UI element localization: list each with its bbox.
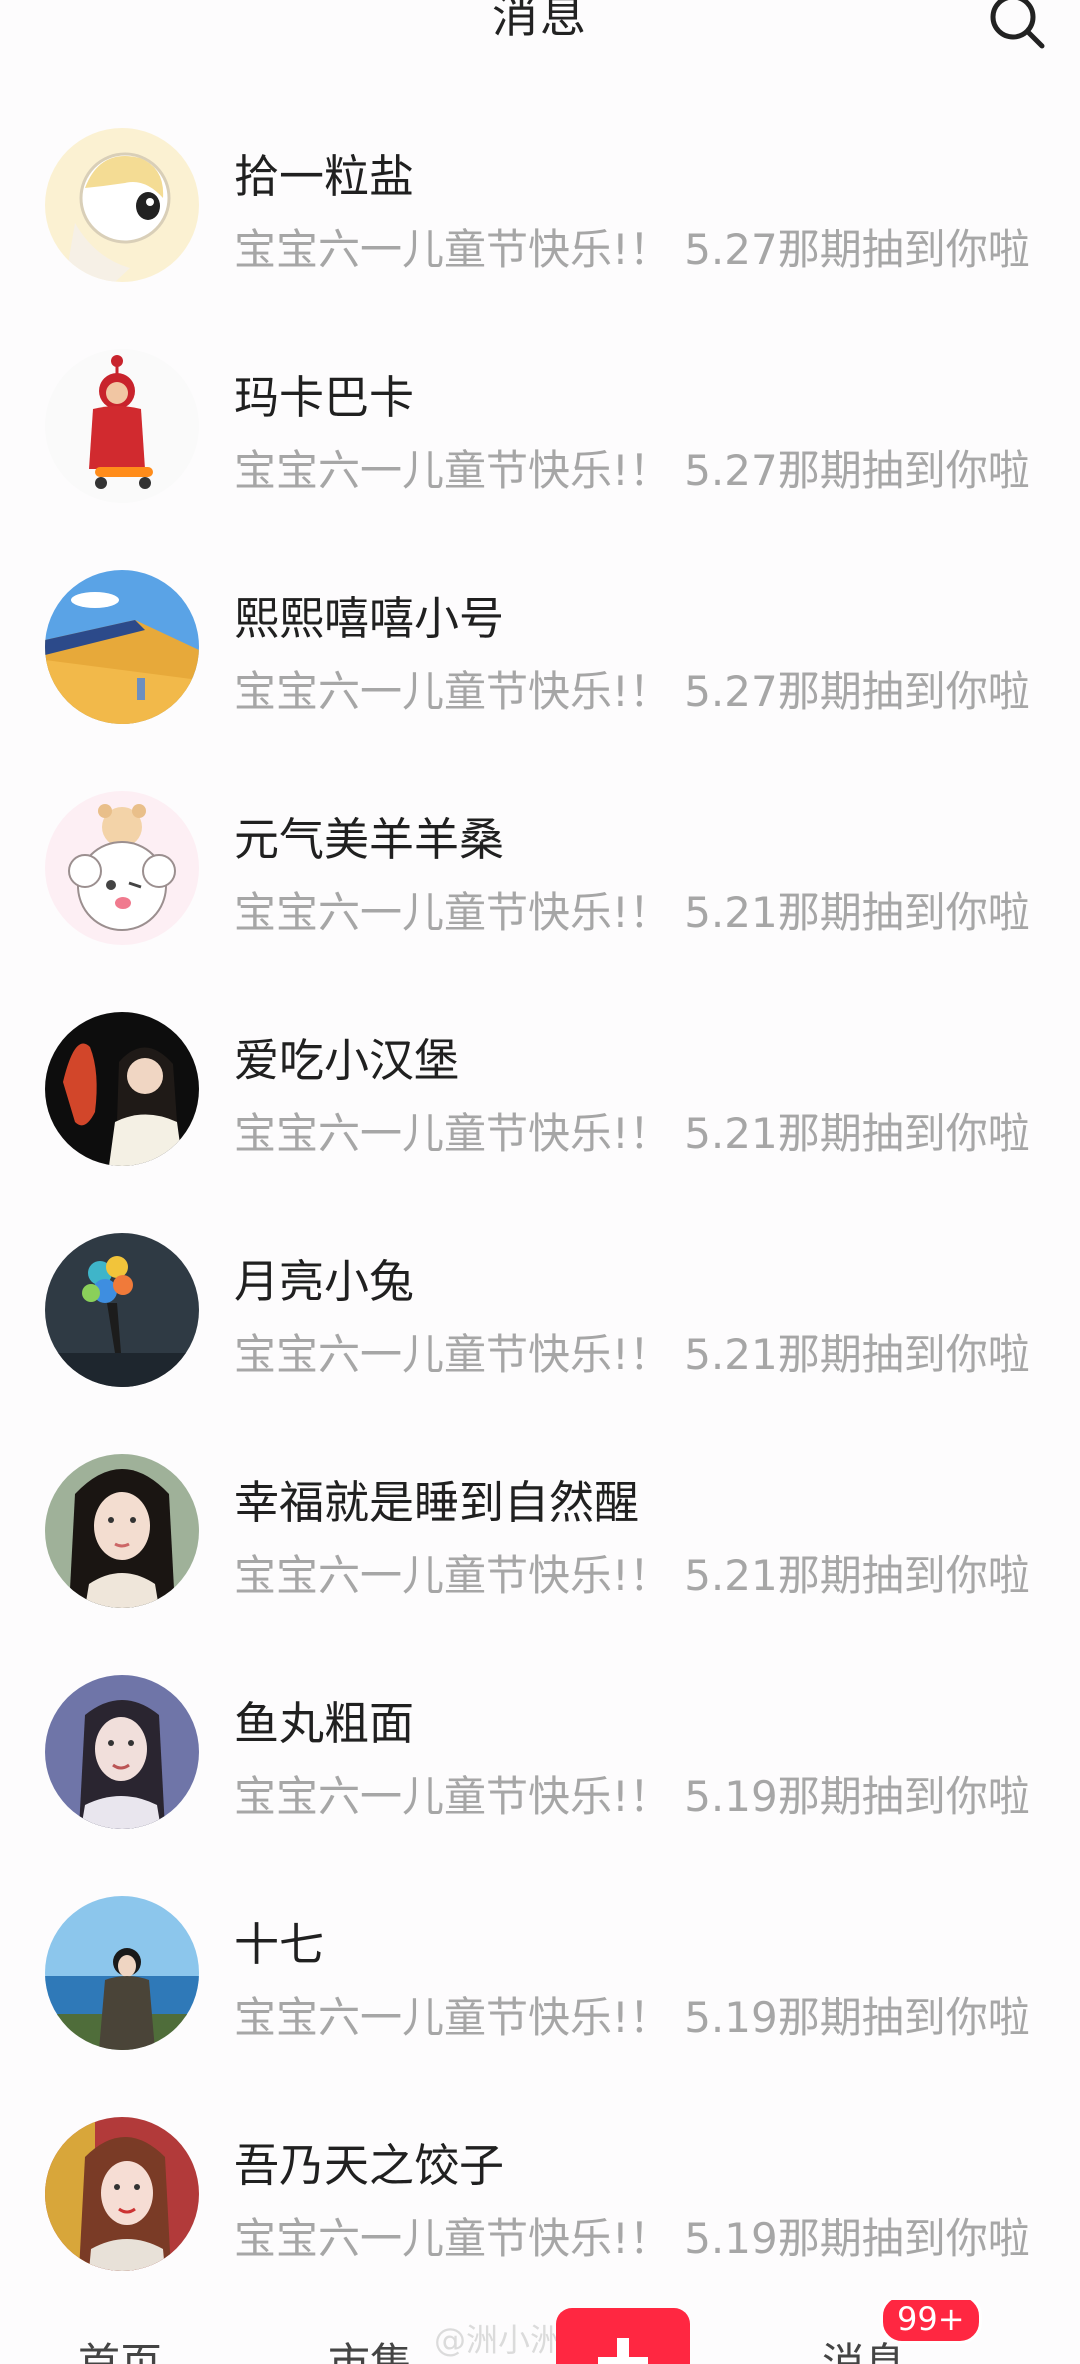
page-title: 消息: [492, 0, 588, 43]
message-preview: 宝宝六一儿童节快乐!！ 5.21那期抽到你啦: [234, 888, 1030, 937]
avatar[interactable]: [45, 128, 199, 282]
conversation-item[interactable]: 鱼丸粗面 宝宝六一儿童节快乐!！ 5.19那期抽到你啦: [0, 1671, 1080, 1892]
message-preview: 宝宝六一儿童节快乐!！ 5.27那期抽到你啦: [234, 446, 1030, 495]
conversation-list: 拾一粒盐 宝宝六一儿童节快乐!！ 5.27那期抽到你啦 玛卡巴卡 宝宝六一儿童节…: [0, 124, 1080, 2334]
message-preview: 宝宝六一儿童节快乐!！ 5.19那期抽到你啦: [234, 1993, 1030, 2042]
contact-name: 鱼丸粗面: [234, 1697, 415, 1750]
avatar[interactable]: [45, 349, 199, 503]
message-preview: 宝宝六一儿童节快乐!！ 5.19那期抽到你啦: [234, 1772, 1030, 1821]
contact-name: 吾乃天之饺子: [234, 2139, 505, 2192]
conversation-item[interactable]: 月亮小兔 宝宝六一儿童节快乐!！ 5.21那期抽到你啦: [0, 1229, 1080, 1450]
conversation-item[interactable]: 爱吃小汉堡 宝宝六一儿童节快乐!！ 5.21那期抽到你啦: [0, 1008, 1080, 1229]
unread-badge: 99+: [880, 2300, 982, 2344]
conversation-item[interactable]: 拾一粒盐 宝宝六一儿童节快乐!！ 5.27那期抽到你啦: [0, 124, 1080, 345]
message-preview: 宝宝六一儿童节快乐!！ 5.21那期抽到你啦: [234, 1109, 1030, 1158]
conversation-item[interactable]: 熙熙嘻嘻小号 宝宝六一儿童节快乐!！ 5.27那期抽到你啦: [0, 566, 1080, 787]
message-preview: 宝宝六一儿童节快乐!！ 5.21那期抽到你啦: [234, 1330, 1030, 1379]
tab-market[interactable]: 市集: [328, 2330, 412, 2364]
message-preview: 宝宝六一儿童节快乐!！ 5.27那期抽到你啦: [234, 225, 1030, 274]
message-preview: 宝宝六一儿童节快乐!！ 5.27那期抽到你啦: [234, 667, 1030, 716]
plus-icon-bar: [598, 2357, 648, 2364]
search-icon: [990, 0, 1045, 49]
message-preview: 宝宝六一儿童节快乐!！ 5.21那期抽到你啦: [234, 1551, 1030, 1600]
avatar[interactable]: [45, 1896, 199, 2050]
create-post-button[interactable]: [556, 2308, 690, 2364]
message-preview: 宝宝六一儿童节快乐!！ 5.19那期抽到你啦: [234, 2214, 1030, 2263]
conversation-item[interactable]: 元气美羊羊桑 宝宝六一儿童节快乐!！ 5.21那期抽到你啦: [0, 787, 1080, 1008]
contact-name: 元气美羊羊桑: [234, 813, 505, 866]
search-button[interactable]: [986, 0, 1050, 54]
contact-name: 爱吃小汉堡: [234, 1034, 460, 1087]
contact-name: 拾一粒盐: [234, 150, 415, 203]
avatar[interactable]: [45, 791, 199, 945]
top-bar: 消息: [0, 0, 1080, 60]
conversation-item[interactable]: 玛卡巴卡 宝宝六一儿童节快乐!！ 5.27那期抽到你啦: [0, 345, 1080, 566]
avatar[interactable]: [45, 1012, 199, 1166]
conversation-item[interactable]: 幸福就是睡到自然醒 宝宝六一儿童节快乐!！ 5.21那期抽到你啦: [0, 1450, 1080, 1671]
avatar[interactable]: [45, 1233, 199, 1387]
contact-name: 月亮小兔: [234, 1255, 415, 1308]
conversation-item[interactable]: 十七 宝宝六一儿童节快乐!！ 5.19那期抽到你啦: [0, 1892, 1080, 2113]
tab-home[interactable]: 首页: [78, 2330, 162, 2364]
avatar[interactable]: [45, 1454, 199, 1608]
bottom-tab-bar: 首页 市集 消息 99+: [0, 2300, 1080, 2364]
contact-name: 十七: [234, 1918, 325, 1971]
avatar[interactable]: [45, 570, 199, 724]
contact-name: 玛卡巴卡: [234, 371, 415, 424]
contact-name: 幸福就是睡到自然醒: [234, 1476, 640, 1529]
avatar[interactable]: [45, 2117, 199, 2271]
contact-name: 熙熙嘻嘻小号: [234, 592, 505, 645]
avatar[interactable]: [45, 1675, 199, 1829]
